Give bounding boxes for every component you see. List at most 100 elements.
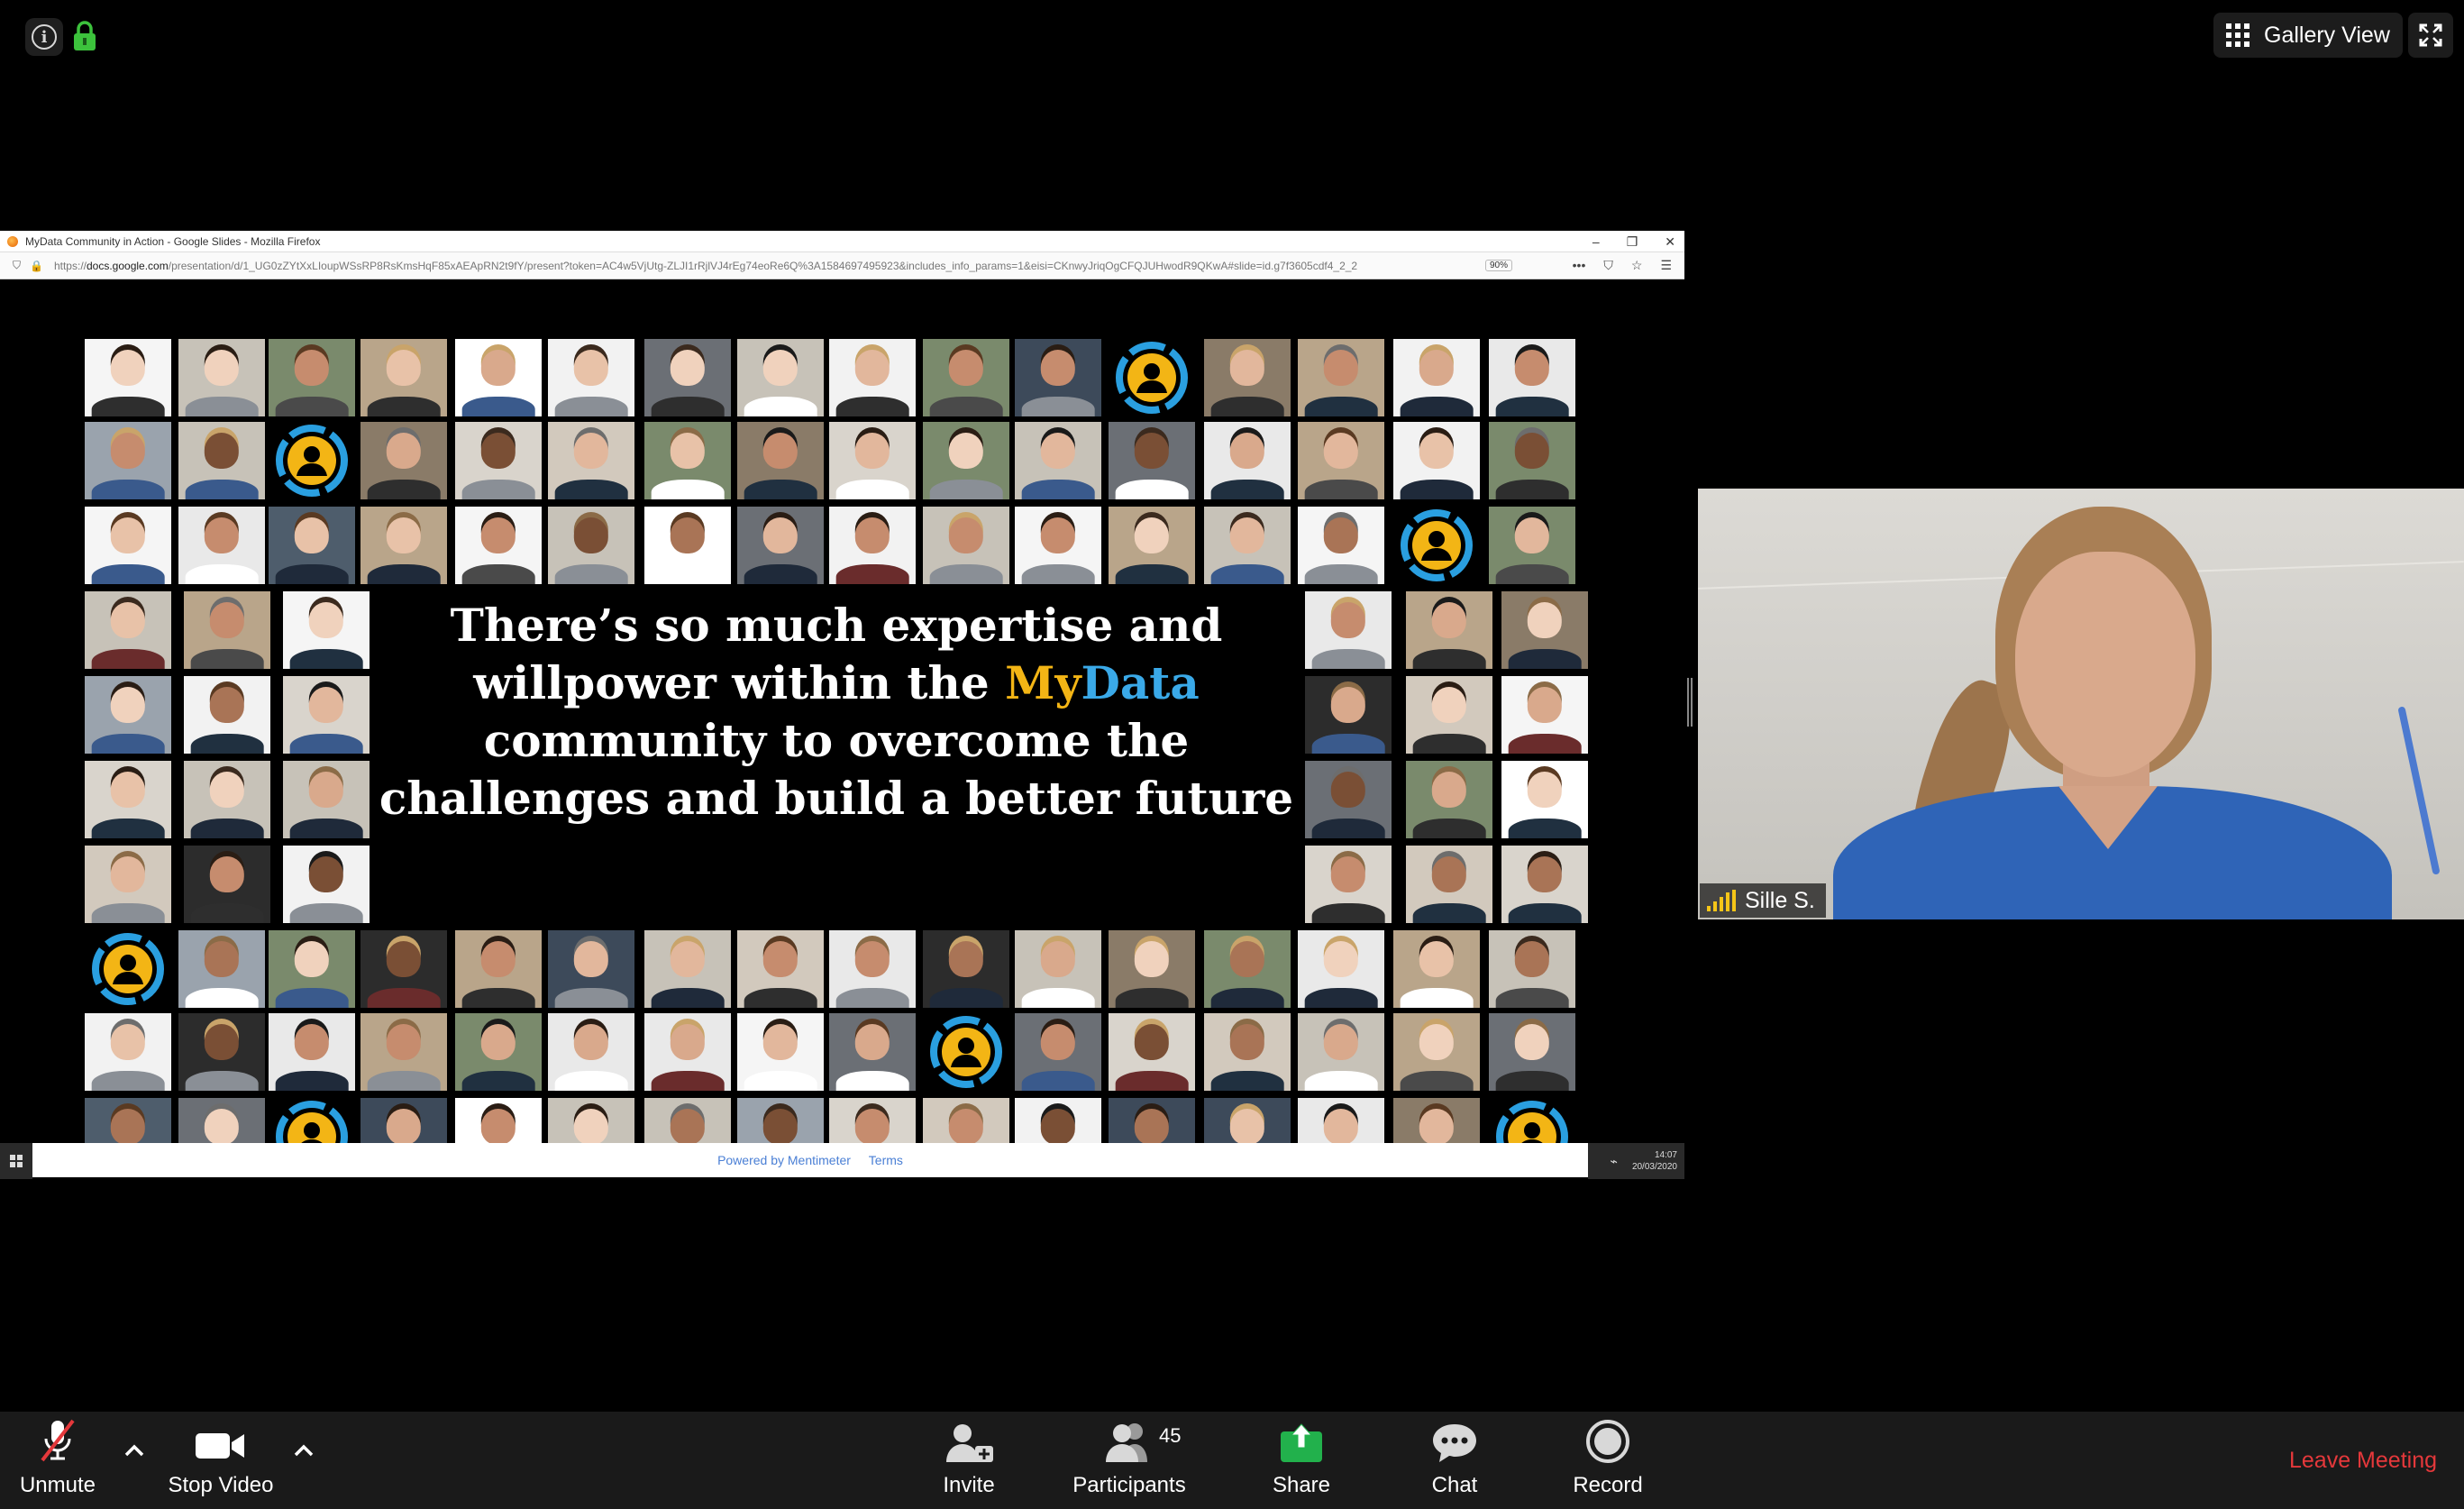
share-screen-icon bbox=[1281, 1423, 1322, 1462]
participant-photo bbox=[1109, 422, 1195, 499]
stop-video-label: Stop Video bbox=[168, 1473, 274, 1497]
participant-photo bbox=[455, 507, 542, 584]
participant-photo bbox=[1109, 1013, 1195, 1091]
participant-photo bbox=[455, 1013, 542, 1091]
participant-photo bbox=[644, 507, 731, 584]
participant-photo bbox=[1305, 761, 1392, 838]
pocket-icon[interactable]: ⛉ bbox=[1603, 258, 1613, 273]
participant-photo bbox=[829, 1013, 916, 1091]
participant-photo bbox=[1305, 591, 1392, 669]
participant-photo bbox=[1406, 591, 1492, 669]
participant-photo bbox=[829, 339, 916, 416]
participant-photo bbox=[644, 422, 731, 499]
leave-meeting-button[interactable]: Leave Meeting bbox=[2289, 1448, 2437, 1474]
info-icon: i bbox=[32, 24, 57, 50]
participant-photo bbox=[644, 930, 731, 1008]
participant-photo bbox=[1015, 339, 1101, 416]
participant-photo bbox=[1109, 507, 1195, 584]
participant-photo bbox=[455, 1098, 542, 1143]
video-options-chevron-up-icon[interactable] bbox=[290, 1437, 317, 1464]
participant-photo bbox=[923, 930, 1009, 1008]
participant-photo bbox=[1298, 1098, 1384, 1143]
participant-photo bbox=[1298, 1013, 1384, 1091]
participant-photo bbox=[178, 1098, 265, 1143]
url-text[interactable]: https://docs.google.com/presentation/d/1… bbox=[54, 260, 1478, 272]
participant-photo bbox=[737, 930, 824, 1008]
minimize-icon[interactable]: – bbox=[1592, 234, 1600, 249]
participant-photo bbox=[178, 1013, 265, 1091]
participant-photo bbox=[644, 1098, 731, 1143]
share-screen-button[interactable]: Share bbox=[1262, 1412, 1341, 1509]
chat-label: Chat bbox=[1431, 1473, 1478, 1497]
participant-photo bbox=[923, 1098, 1009, 1143]
participant-photo bbox=[923, 339, 1009, 416]
participant-photo bbox=[85, 339, 171, 416]
participant-photo bbox=[1501, 591, 1588, 669]
speaker-name-tag: Sille S. bbox=[1700, 883, 1826, 918]
participant-photo bbox=[178, 930, 265, 1008]
participant-photo bbox=[283, 761, 370, 838]
brand-my: My bbox=[1005, 656, 1081, 709]
start-button[interactable] bbox=[0, 1143, 32, 1179]
participant-photo bbox=[1501, 846, 1588, 923]
padlock-icon: 🔒 bbox=[30, 259, 43, 272]
shield-icon: ⛉ bbox=[13, 259, 22, 271]
speaker-video-tile[interactable] bbox=[1698, 489, 2464, 919]
participant-photo bbox=[1204, 507, 1291, 584]
participant-photo bbox=[178, 339, 265, 416]
participant-photo bbox=[644, 1013, 731, 1091]
firefox-icon bbox=[7, 235, 18, 247]
participant-photo bbox=[737, 507, 824, 584]
participant-photo bbox=[1109, 1098, 1195, 1143]
participant-photo bbox=[829, 930, 916, 1008]
chat-button[interactable]: Chat bbox=[1415, 1412, 1494, 1509]
restore-icon[interactable]: ❐ bbox=[1627, 234, 1638, 250]
participant-photo bbox=[829, 507, 916, 584]
fullscreen-button[interactable] bbox=[2408, 13, 2453, 58]
participant-photo bbox=[1393, 1013, 1480, 1091]
slide-line-4: challenges and build a better future bbox=[379, 772, 1294, 825]
participant-photo bbox=[85, 591, 171, 669]
participant-photo bbox=[1204, 339, 1291, 416]
participant-photo bbox=[283, 676, 370, 754]
network-icon: ⌁ bbox=[1610, 1153, 1618, 1168]
unmute-button[interactable]: Unmute bbox=[13, 1412, 103, 1509]
participant-photo bbox=[644, 339, 731, 416]
participant-photo bbox=[548, 339, 634, 416]
split-resize-handle[interactable] bbox=[1687, 678, 1693, 727]
browser-url-bar[interactable]: ⛉ 🔒 https://docs.google.com/presentation… bbox=[0, 252, 1684, 279]
participant-photo bbox=[1204, 422, 1291, 499]
muted-microphone-icon bbox=[41, 1419, 75, 1462]
participant-photo bbox=[548, 422, 634, 499]
participant-photo bbox=[455, 422, 542, 499]
stop-video-button[interactable]: Stop Video bbox=[162, 1412, 279, 1509]
brand-data: Data bbox=[1081, 656, 1200, 709]
participant-photo bbox=[360, 1098, 447, 1143]
bookmark-star-icon[interactable]: ☆ bbox=[1631, 258, 1643, 273]
close-icon[interactable]: ✕ bbox=[1665, 234, 1675, 250]
audio-options-chevron-up-icon[interactable] bbox=[121, 1437, 148, 1464]
share-label: Share bbox=[1272, 1473, 1331, 1497]
participant-photo bbox=[85, 846, 171, 923]
more-icon[interactable]: ••• bbox=[1573, 258, 1586, 273]
hamburger-menu-icon[interactable]: ☰ bbox=[1660, 258, 1672, 273]
participant-photo bbox=[1489, 422, 1575, 499]
zoom-level-badge[interactable]: 90% bbox=[1484, 260, 1512, 271]
browser-title-bar: MyData Community in Action - Google Slid… bbox=[0, 231, 1684, 252]
terms-link[interactable]: Terms bbox=[869, 1153, 903, 1167]
chat-bubble-icon bbox=[1433, 1424, 1476, 1462]
participant-photo bbox=[269, 507, 355, 584]
slide-quote: There’s so much expertise and willpower … bbox=[377, 597, 1296, 828]
mentimeter-footer: Powered by Mentimeter Terms bbox=[32, 1143, 1588, 1177]
invite-button[interactable]: Invite bbox=[928, 1412, 1009, 1509]
encryption-lock-icon bbox=[74, 21, 96, 50]
gallery-view-button[interactable]: Gallery View bbox=[2213, 13, 2403, 58]
meeting-info-button[interactable]: i bbox=[25, 18, 63, 56]
participant-photo bbox=[737, 1098, 824, 1143]
participant-photo bbox=[737, 1013, 824, 1091]
powered-by-link[interactable]: Powered by Mentimeter bbox=[717, 1153, 851, 1167]
participant-photo bbox=[1015, 1098, 1101, 1143]
default-avatar-icon bbox=[273, 422, 351, 499]
record-button[interactable]: Record bbox=[1565, 1412, 1651, 1509]
participant-photo bbox=[184, 676, 270, 754]
